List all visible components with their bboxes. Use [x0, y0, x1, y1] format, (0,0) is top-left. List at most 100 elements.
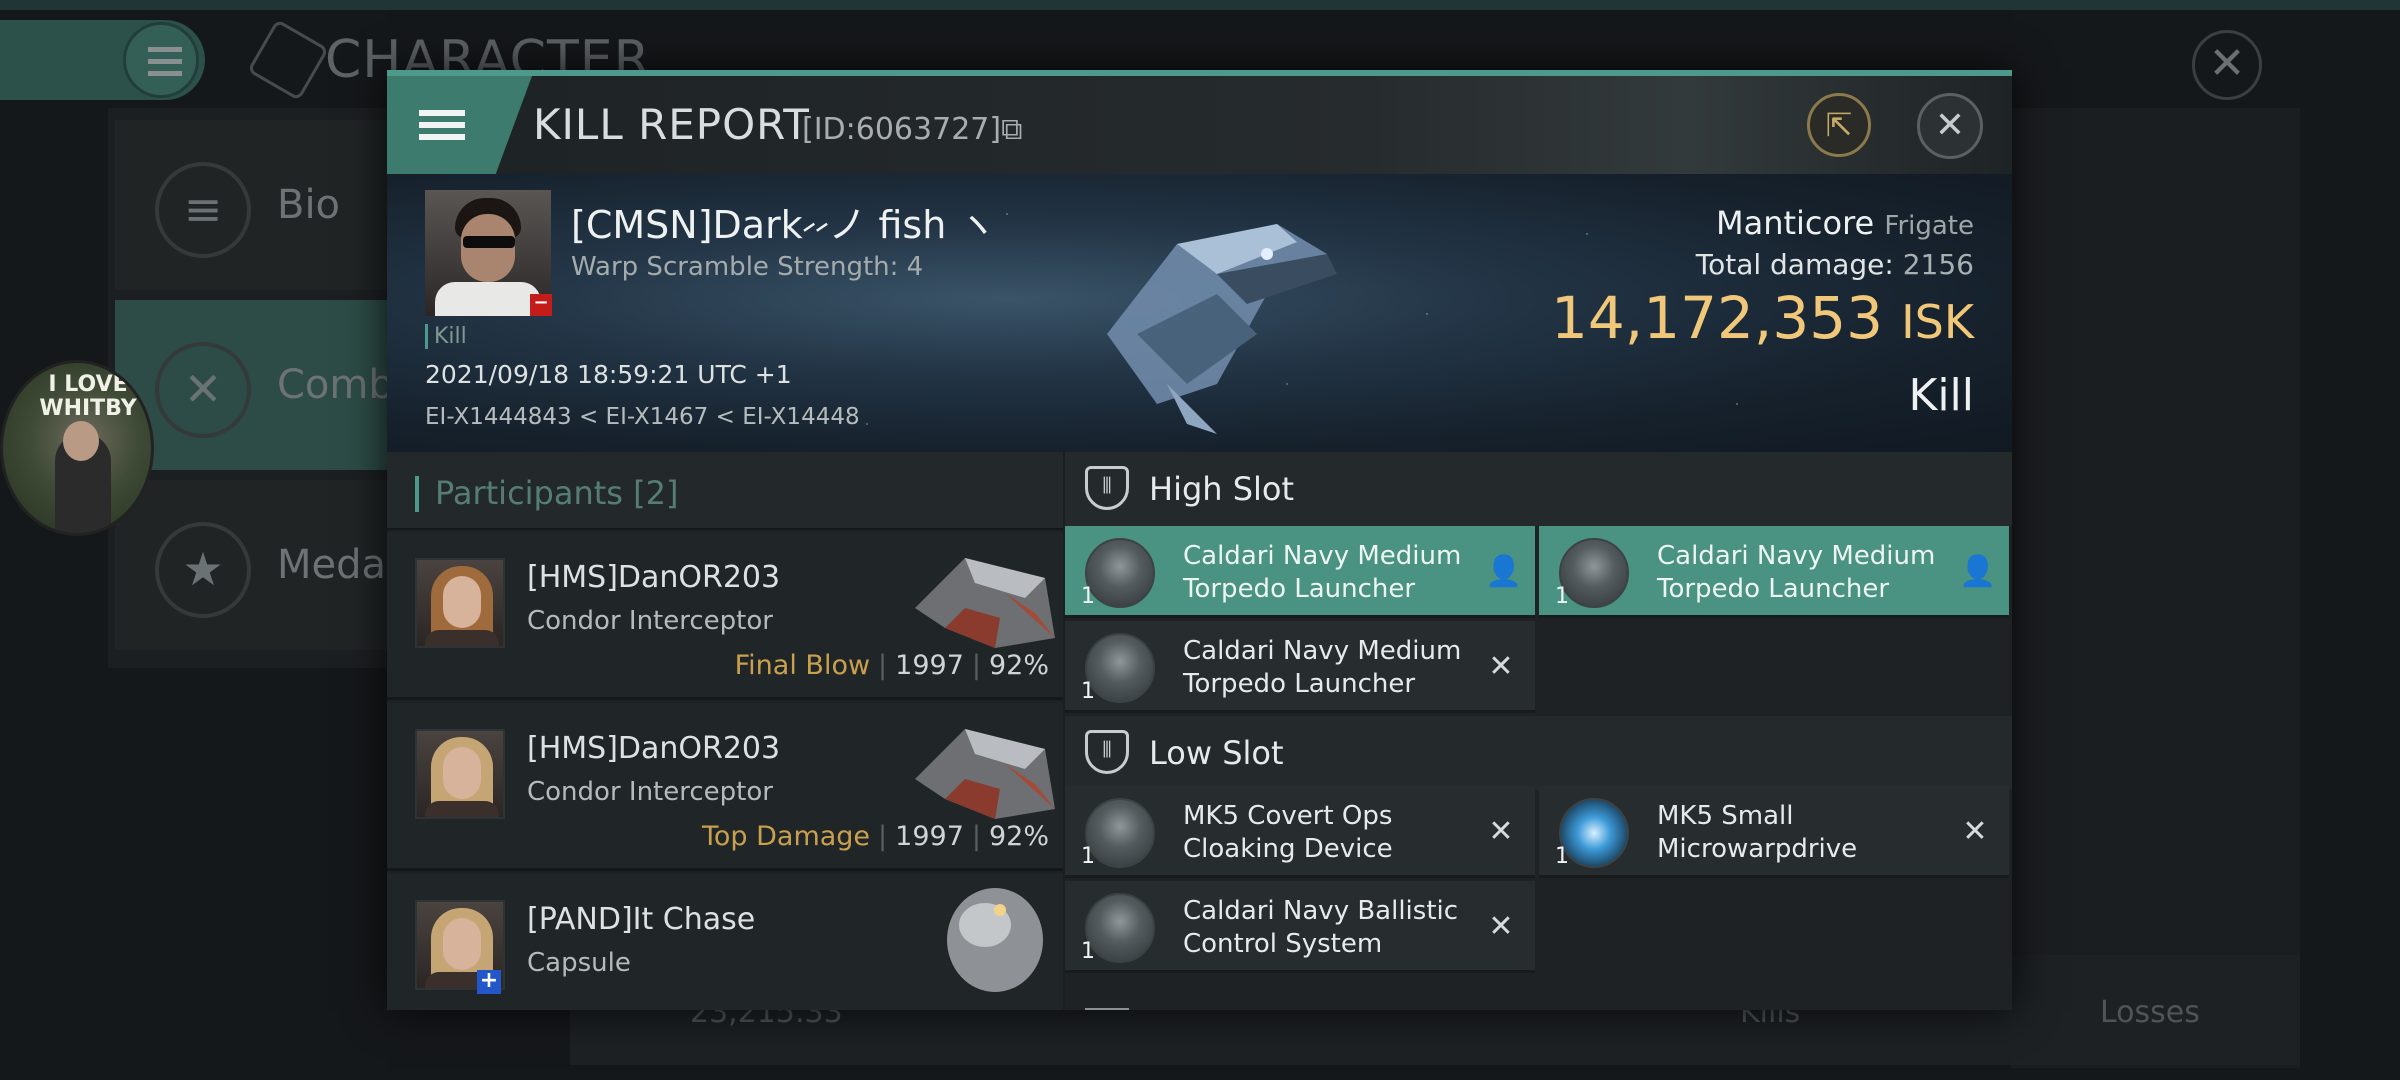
- warp-scramble-strength: Warp Scramble Strength: 4: [571, 252, 924, 282]
- participant-row[interactable]: + [PAND]It Chase Capsule: [387, 874, 1063, 1010]
- sidebar-item-label: Bio: [277, 182, 341, 228]
- avatar-sign: I LOVE WHITBY: [39, 372, 137, 421]
- participant-name: [PAND]It Chase: [527, 902, 756, 937]
- participant-portrait: [415, 558, 505, 648]
- copy-icon[interactable]: ⧉: [1001, 112, 1022, 147]
- module-name: Caldari Navy Medium Torpedo Launcher: [1183, 541, 1462, 604]
- floating-avatar[interactable]: I LOVE WHITBY: [0, 360, 154, 536]
- top-status-line: [0, 0, 2400, 10]
- module-quantity: 1: [1555, 584, 1569, 609]
- isk-value: 14,172,353 ISK: [1551, 284, 1974, 352]
- report-id-text: [ID:6063727]: [802, 112, 1002, 147]
- sidebar-item-label: Medal: [277, 542, 398, 588]
- participant-row[interactable]: [HMS]DanOR203 Condor Interceptor Final B…: [387, 532, 1063, 700]
- participant-ship-image: [915, 729, 1055, 819]
- destroyed-icon: ✕: [1962, 814, 1988, 849]
- main-menu-button[interactable]: [0, 20, 205, 100]
- corp-badge-icon: −: [530, 294, 552, 316]
- high-slot-header: ⫴ High Slot: [1065, 452, 2012, 526]
- low-slot-icon: ⫴: [1085, 730, 1129, 774]
- kill-report-modal: KILL REPORT [ID:6063727]⧉ ⇱ ✕ − [CMSN]Da…: [387, 70, 2012, 1010]
- game-screen: CHARACTER ✕ ≡ Bio ✕ Comb ★ Medal 23,215.…: [0, 0, 2400, 1080]
- close-button[interactable]: ✕: [1917, 93, 1983, 159]
- victim-ship-image[interactable]: [1067, 184, 1367, 444]
- participant-damage: 1997: [895, 821, 964, 852]
- background-panel: [2010, 108, 2300, 1068]
- participant-name: [HMS]DanOR203: [527, 560, 781, 595]
- screen-close-button[interactable]: ✕: [2192, 30, 2262, 100]
- module-name: Caldari Navy Medium Torpedo Launcher: [1183, 636, 1462, 699]
- module-item[interactable]: 1 MK5 Covert Ops Cloaking Device ✕: [1065, 786, 1535, 878]
- participant-ship: Condor Interceptor: [527, 606, 773, 636]
- sidebar-item-label: Comb: [277, 362, 394, 408]
- list-icon: ≡: [155, 162, 251, 258]
- module-item[interactable]: 1 Caldari Navy Medium Torpedo Launcher ✕: [1065, 621, 1535, 713]
- participants-title: Participants: [435, 474, 623, 512]
- participant-row[interactable]: [HMS]DanOR203 Condor Interceptor Top Dam…: [387, 703, 1063, 871]
- module-quantity: 1: [1081, 844, 1095, 869]
- total-damage: Total damage: 2156: [1696, 248, 1974, 281]
- low-slot-label: Low Slot: [1149, 734, 1284, 772]
- module-item[interactable]: 1 Caldari Navy Ballistic Control System …: [1065, 881, 1535, 973]
- character-icon: [247, 19, 329, 101]
- person-icon: 👤: [1485, 554, 1523, 589]
- module-quantity: 1: [1081, 584, 1095, 609]
- plus-badge-icon: +: [477, 970, 501, 994]
- report-title: KILL REPORT: [533, 100, 810, 149]
- victim-banner: − [CMSN]Dark⹝⹝ノ fish ヽ Warp Scramble Str…: [387, 174, 2012, 452]
- final-blow-tag: Final Blow: [734, 650, 871, 681]
- report-id[interactable]: [ID:6063727]⧉: [802, 112, 1023, 147]
- module-name: MK5 Small Microwarpdrive: [1657, 801, 1858, 864]
- ship-name: Manticore: [1715, 204, 1875, 242]
- cloaking-device-icon: [1085, 798, 1155, 868]
- ship-class: Frigate: [1884, 211, 1974, 241]
- kill-datetime: 2021/09/18 18:59:21 UTC +1: [425, 360, 792, 389]
- high-slot-label: High Slot: [1149, 470, 1295, 508]
- destroyed-icon: ✕: [1488, 814, 1514, 849]
- low-slot-header: ⫴ Low Slot: [1065, 716, 2012, 790]
- share-button[interactable]: ⇱: [1807, 93, 1871, 157]
- ballistic-control-icon: [1085, 893, 1155, 963]
- crossed-swords-icon: ✕: [155, 342, 251, 438]
- participant-ship-image: [915, 558, 1055, 648]
- participant-portrait: [415, 729, 505, 819]
- victim-ship-name[interactable]: Manticore Frigate: [1716, 204, 1974, 242]
- module-item[interactable]: 1 MK5 Small Microwarpdrive ✕: [1539, 786, 2009, 878]
- torpedo-launcher-icon: [1085, 633, 1155, 703]
- high-slot-icon: ⫴: [1085, 466, 1129, 510]
- participant-ship: Capsule: [527, 948, 631, 978]
- star-icon: ★: [155, 522, 251, 618]
- participant-stats: Top Damage | 1997 | 92%: [701, 821, 1049, 852]
- destroyed-icon: ✕: [1488, 909, 1514, 944]
- report-result: Kill: [1908, 370, 1974, 421]
- mid-slot-icon: [1085, 1008, 1129, 1010]
- module-name: Caldari Navy Ballistic Control System: [1183, 896, 1459, 959]
- participant-name: [HMS]DanOR203: [527, 731, 781, 766]
- participant-damage: 1997: [895, 650, 964, 681]
- person-icon: 👤: [1959, 554, 1997, 589]
- victim-name[interactable]: [CMSN]Dark⹝⹝ノ fish ヽ: [571, 194, 996, 250]
- destroyed-icon: ✕: [1488, 649, 1514, 684]
- total-damage-label: Total damage:: [1695, 248, 1894, 281]
- participant-percent: 92%: [988, 650, 1049, 681]
- capsule-image: [947, 888, 1043, 992]
- kill-tag: Kill: [425, 324, 467, 349]
- fittings-panel: ⫴ High Slot 1 Caldari Navy Medium Torped…: [1065, 452, 2012, 1010]
- module-quantity: 1: [1555, 844, 1569, 869]
- participants-panel: Participants [2] [HMS]DanOR203 Condor In…: [387, 452, 1063, 1010]
- total-damage-value: 2156: [1902, 248, 1974, 281]
- module-item[interactable]: 1 Caldari Navy Medium Torpedo Launcher 👤: [1065, 526, 1535, 618]
- module-name: MK5 Covert Ops Cloaking Device: [1183, 801, 1393, 864]
- torpedo-launcher-icon: [1085, 538, 1155, 608]
- participant-stats: Final Blow | 1997 | 92%: [734, 650, 1049, 681]
- participant-percent: 92%: [988, 821, 1049, 852]
- module-item[interactable]: 1 Caldari Navy Medium Torpedo Launcher 👤: [1539, 526, 2009, 618]
- module-quantity: 1: [1081, 939, 1095, 964]
- report-menu-button[interactable]: [387, 76, 532, 174]
- isk-amount: 14,172,353: [1550, 284, 1884, 352]
- microwarpdrive-icon: [1559, 798, 1629, 868]
- losses-label: Losses: [2100, 995, 2200, 1030]
- participant-ship: Condor Interceptor: [527, 777, 773, 807]
- menu-icon: [123, 22, 199, 98]
- kill-location[interactable]: EI-X1444843 < EI-X1467 < EI-X14448: [425, 404, 860, 430]
